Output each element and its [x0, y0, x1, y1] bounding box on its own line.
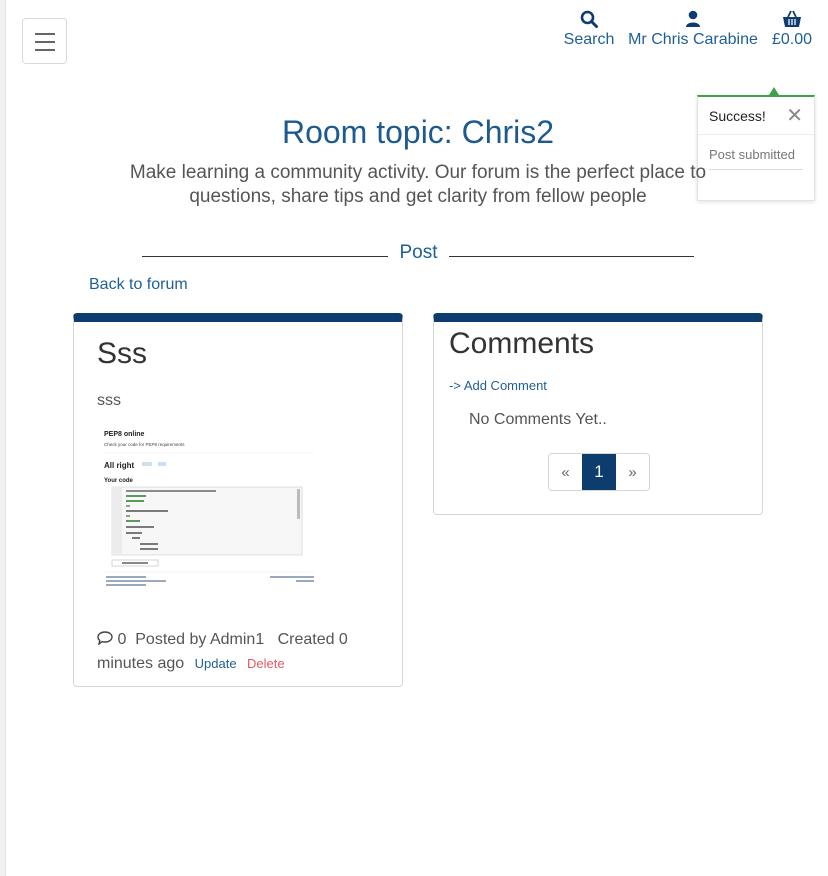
nav-basket-label: £0.00	[771, 31, 813, 48]
pagination-page-current[interactable]: 1	[582, 454, 616, 490]
post-screenshot-image: PEP8 online Check your code for PEP8 req…	[96, 422, 326, 590]
menu-icon	[35, 33, 55, 35]
search-icon	[580, 10, 598, 28]
nav-user-label: Mr Chris Carabine	[628, 31, 758, 48]
add-comment-link[interactable]: -> Add Comment	[449, 378, 547, 393]
no-comments-text: No Comments Yet..	[469, 411, 607, 428]
section-divider-label: Post	[399, 242, 438, 263]
divider-left	[142, 256, 388, 257]
back-to-forum-link[interactable]: Back to forum	[89, 276, 188, 294]
image-status: All right	[104, 461, 135, 470]
update-post-link[interactable]: Update	[195, 656, 237, 671]
nav-search-label: Search	[563, 31, 615, 48]
post-image: PEP8 online Check your code for PEP8 req…	[96, 422, 326, 590]
nav-account[interactable]: Mr Chris Carabine	[626, 10, 760, 49]
pagination-prev[interactable]: «	[549, 454, 582, 490]
page-title: Room topic: Chris2	[281, 114, 555, 150]
image-heading: PEP8 online	[104, 431, 145, 438]
nav-search[interactable]: Search	[562, 10, 616, 49]
posted-by: Posted by Admin1	[135, 631, 265, 648]
basket-icon	[783, 10, 801, 27]
image-code-label: Your code	[104, 478, 134, 484]
post-meta: 0 Posted by Admin1 Created 0 minutes ago…	[97, 628, 387, 676]
divider-right	[449, 256, 694, 257]
comments-card: Comments -> Add Comment No Comments Yet.…	[433, 313, 763, 515]
post-body: sss	[97, 392, 121, 409]
delete-post-link[interactable]: Delete	[247, 656, 285, 671]
menu-toggle-button[interactable]	[22, 18, 67, 64]
user-icon	[686, 10, 700, 27]
image-subheading: Check your code for PEP8 requirements	[104, 442, 185, 447]
page-subtitle-line: questions, share tips and get clarity fr…	[189, 186, 647, 207]
menu-icon	[35, 49, 55, 51]
page-subtitle-line: Make learning a community activity. Our …	[129, 162, 707, 183]
pagination-next[interactable]: »	[616, 454, 649, 490]
comments-title: Comments	[449, 327, 595, 360]
post-title: Sss	[97, 337, 148, 370]
toast-pointer	[769, 87, 779, 95]
pagination: « 1 »	[548, 453, 650, 491]
post-card: Sss sss PEP8 online Check your code for …	[73, 313, 403, 687]
nav-basket[interactable]: £0.00	[768, 10, 816, 49]
comment-icon	[97, 631, 113, 646]
comment-count: 0	[117, 631, 127, 648]
page-subtitle: Make learning a community activity. Our …	[80, 161, 756, 209]
menu-icon	[35, 41, 55, 43]
